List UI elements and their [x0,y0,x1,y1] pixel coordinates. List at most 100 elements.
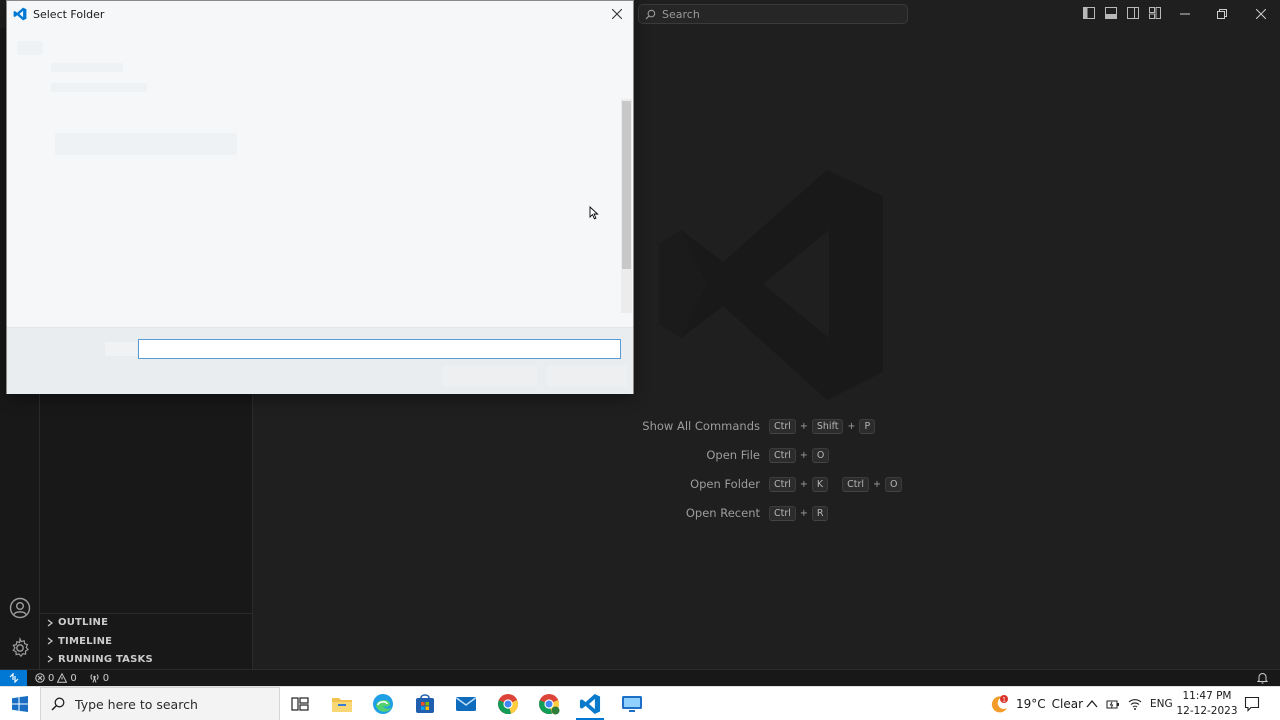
remote-desktop-button[interactable] [612,688,652,720]
shortcut-open-file: Open File Ctrl + O [253,446,1280,464]
weather-badge-count: 1 [1002,697,1006,704]
warning-icon [57,673,68,683]
chrome-icon [498,694,519,715]
key-cap: Ctrl [769,476,796,492]
key-cap: K [811,476,829,492]
key-cap: R [811,505,829,521]
remote-desktop-icon [622,696,642,712]
chrome-button[interactable] [488,688,528,720]
select-folder-button[interactable] [443,366,537,386]
shortcut-keys: Ctrl + Shift + P [769,418,876,434]
dialog-close-button[interactable] [609,6,625,22]
key-separator: + [799,449,808,461]
notifications-bell-icon[interactable] [1257,672,1268,684]
taskbar-clock[interactable]: 11:47 PM 12-12-2023 [1176,689,1238,719]
layout-controls [1082,6,1162,20]
shortcut-keys: Ctrl + O [769,447,830,463]
folder-list-placeholder [55,133,237,155]
store-icon [416,694,434,713]
chrome-profile-button[interactable] [529,688,569,720]
remote-indicator[interactable] [0,670,27,686]
language-indicator[interactable]: ENG [1150,698,1173,710]
folder-name-input[interactable] [138,339,621,359]
key-cap: O [811,447,830,463]
taskbar-search-box[interactable]: Type here to search [40,687,280,720]
ports-count: 0 [102,672,110,684]
nav-pane-placeholder [17,41,43,55]
running-tasks-section-label: RUNNING TASKS [58,653,153,665]
chevron-right-icon [47,619,53,626]
key-cap: Ctrl [769,418,796,434]
microsoft-store-button[interactable] [405,688,445,720]
problems-indicator[interactable]: 0 0 [35,673,77,684]
restore-button[interactable] [1207,4,1237,24]
dialog-footer [7,327,633,394]
timeline-section-header[interactable]: TIMELINE [40,632,253,650]
remote-icon [9,673,18,683]
chevron-up-icon[interactable] [1086,699,1098,709]
wifi-icon[interactable] [1128,698,1142,710]
toggle-primary-sidebar-icon[interactable] [1082,6,1096,20]
chrome-icon [539,694,560,715]
command-center-search-label: Search [662,7,700,21]
shortcut-open-folder: Open Folder Ctrl + K Ctrl + O [253,475,1280,493]
key-cap: Ctrl [769,505,796,521]
shortcut-label: Open Recent [685,506,760,520]
task-view-button[interactable] [280,688,320,720]
mouse-cursor-icon [589,206,599,220]
folder-icon [332,698,352,712]
status-bar: 0 0 0 [0,669,1280,686]
outline-section-header[interactable]: OUTLINE [40,613,253,631]
key-separator: + [799,507,808,519]
notification-center-icon[interactable] [1244,696,1260,712]
mail-icon [456,697,476,711]
file-explorer-button[interactable] [322,688,362,720]
toggle-panel-icon[interactable] [1104,6,1118,20]
shortcut-label: Show All Commands [642,419,760,433]
command-center-search[interactable]: Search [638,4,908,24]
dialog-titlebar: Select Folder [7,1,633,27]
weather-widget[interactable]: 1 19°C Clear [990,687,1083,720]
dialog-scrollbar[interactable] [621,99,632,313]
vscode-icon [579,693,601,715]
vscode-watermark-logo [659,170,883,400]
start-button[interactable] [0,687,40,720]
nav-pane-placeholder [51,63,123,72]
restore-icon [1217,9,1227,19]
key-separator: + [799,478,808,490]
weather-moon-icon: 1 [991,695,1008,713]
minimize-button[interactable] [1170,4,1200,24]
shortcut-label: Open Folder [690,477,760,491]
edge-icon [373,694,393,714]
outline-section-label: OUTLINE [58,617,109,628]
weather-temperature: 19°C [1016,697,1046,711]
accounts-icon[interactable] [8,596,32,620]
chevron-right-icon [47,637,53,645]
close-icon [1256,9,1266,19]
mail-button[interactable] [446,688,486,720]
close-window-button[interactable] [1246,4,1276,24]
ports-indicator[interactable]: 0 [89,673,109,684]
nav-pane-placeholder [51,83,147,92]
task-view-icon [291,697,309,711]
error-icon [35,673,45,683]
key-separator: + [847,420,856,432]
windows-logo-icon [12,696,28,712]
system-tray: ENG [1086,687,1173,720]
search-icon [51,697,65,711]
running-tasks-section-header[interactable]: RUNNING TASKS [40,650,253,668]
scrollbar-thumb[interactable] [622,101,631,269]
toggle-secondary-sidebar-icon[interactable] [1126,6,1140,20]
manage-gear-icon[interactable] [8,636,32,660]
error-count: 0 [48,672,55,684]
timeline-section-label: TIMELINE [58,635,113,647]
cancel-button[interactable] [547,366,627,386]
customize-layout-icon[interactable] [1148,6,1162,20]
key-cap: Ctrl [769,447,796,463]
key-cap: O [884,476,903,492]
battery-plug-icon[interactable] [1106,698,1120,710]
shortcut-label: Open File [706,448,760,462]
vscode-taskbar-button[interactable] [570,688,610,720]
minimize-icon [1180,13,1190,15]
edge-button[interactable] [363,688,403,720]
